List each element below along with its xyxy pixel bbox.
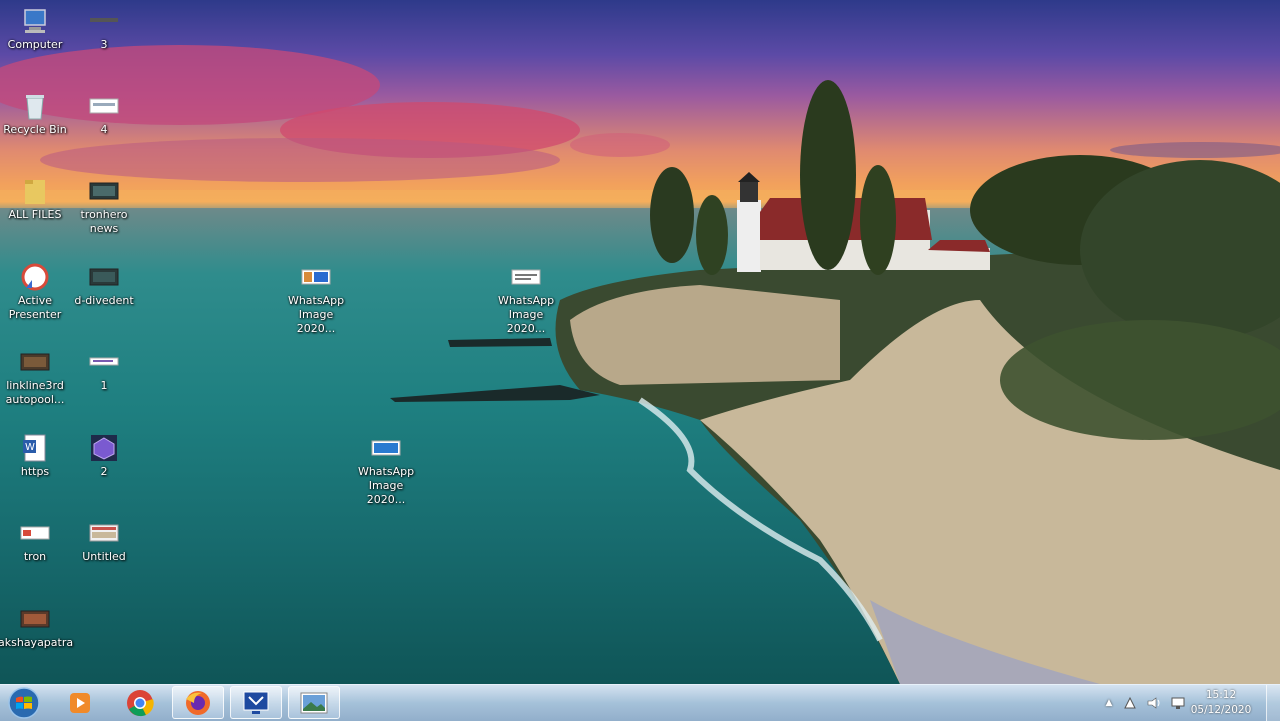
desktop-icon-d-divedent[interactable]: d-divedent — [67, 262, 141, 308]
desktop-icon-akshayapatra[interactable]: akshayapatra — [0, 604, 74, 650]
desktop-wallpaper — [0, 0, 1280, 684]
taskbar-media-player-button[interactable] — [54, 686, 106, 719]
icon-label: WhatsApp Image 2020... — [497, 294, 555, 335]
icon-label: 1 — [100, 379, 108, 392]
desktop-icon-all-files[interactable]: ALL FILES — [0, 176, 72, 222]
system-clock[interactable]: 15:12 05/12/2020 — [1186, 688, 1256, 718]
image-thumbnail-icon — [87, 518, 121, 548]
taskbar-presenter-button[interactable] — [230, 686, 282, 719]
desktop-icon-whatsapp-image-1[interactable]: WhatsApp Image 2020... — [279, 262, 353, 336]
word-document-icon: W — [18, 433, 52, 463]
icon-label: Untitled — [82, 550, 126, 563]
desktop-icon-tronhero-news[interactable]: tronhero news — [67, 176, 141, 236]
folder-icon — [18, 176, 52, 206]
desktop-icon-whatsapp-image-2[interactable]: WhatsApp Image 2020... — [489, 262, 563, 336]
action-center-icon[interactable] — [1118, 696, 1142, 710]
show-hidden-icons-button[interactable]: ▲ — [1100, 698, 1118, 708]
icon-label: Computer — [7, 38, 63, 51]
icon-label: WhatsApp Image 2020... — [357, 465, 415, 506]
icon-label: Recycle Bin — [3, 123, 67, 136]
start-button[interactable] — [6, 686, 42, 720]
taskbar: ▲ 15:12 05/12/2020 — [0, 684, 1280, 721]
desktop-icon-4[interactable]: 4 — [67, 91, 141, 137]
desktop-icon-active-presenter[interactable]: Active Presenter — [0, 262, 72, 322]
desktop-icon-computer[interactable]: Computer — [0, 6, 72, 52]
app-cube-icon — [87, 433, 121, 463]
desktop-icon-2[interactable]: 2 — [67, 433, 141, 479]
desktop-icon-1[interactable]: 1 — [67, 347, 141, 393]
taskbar-chrome-button[interactable] — [114, 686, 166, 719]
desktop-icon-tron[interactable]: tron — [0, 518, 72, 564]
clock-time: 15:12 — [1205, 689, 1237, 701]
image-viewer-icon — [300, 692, 328, 713]
video-thumbnail-icon — [18, 347, 52, 377]
icon-label: 2 — [100, 465, 108, 478]
desktop-icon-https[interactable]: W https — [0, 433, 72, 479]
recycle-bin-icon — [18, 91, 52, 121]
image-thumbnail-icon — [87, 6, 121, 36]
image-thumbnail-icon — [87, 347, 121, 377]
video-thumbnail-icon — [87, 176, 121, 206]
show-desktop-button[interactable] — [1266, 685, 1280, 721]
chrome-icon — [127, 689, 154, 716]
desktop-icon-whatsapp-image-3[interactable]: WhatsApp Image 2020... — [349, 433, 423, 507]
icon-label: akshayapatra — [0, 636, 74, 649]
desktop-icon-3[interactable]: 3 — [67, 6, 141, 52]
active-presenter-icon — [18, 262, 52, 292]
taskbar-image-viewer-button[interactable] — [288, 686, 340, 719]
image-thumbnail-icon — [509, 262, 543, 292]
icon-label: ALL FILES — [8, 208, 62, 221]
image-thumbnail-icon — [87, 91, 121, 121]
media-player-icon — [70, 692, 90, 713]
image-thumbnail-icon — [369, 433, 403, 463]
icon-label: 4 — [100, 123, 108, 136]
icon-label: tronhero news — [80, 208, 128, 235]
svg-text:W: W — [25, 442, 35, 453]
icon-label: 3 — [100, 38, 108, 51]
image-thumbnail-icon — [18, 518, 52, 548]
icon-label: linkline3rd autopool... — [5, 379, 65, 406]
desktop-icon-linkline[interactable]: linkline3rd autopool... — [0, 347, 72, 407]
taskbar-firefox-button[interactable] — [172, 686, 224, 719]
icon-label: WhatsApp Image 2020... — [287, 294, 345, 335]
icon-label: https — [20, 465, 50, 478]
video-thumbnail-icon — [87, 262, 121, 292]
image-thumbnail-icon — [299, 262, 333, 292]
clock-date: 05/12/2020 — [1190, 704, 1252, 716]
icon-label: Active Presenter — [8, 294, 62, 321]
icon-label: tron — [23, 550, 47, 563]
video-thumbnail-icon — [18, 604, 52, 634]
volume-icon[interactable] — [1142, 696, 1166, 710]
windows-logo-icon — [8, 687, 40, 719]
firefox-icon — [186, 690, 210, 715]
desktop-icon-recycle-bin[interactable]: Recycle Bin — [0, 91, 72, 137]
computer-icon — [18, 6, 52, 36]
presenter-icon — [243, 691, 269, 714]
system-tray: ▲ — [1100, 685, 1190, 721]
desktop-icon-untitled[interactable]: Untitled — [67, 518, 141, 564]
icon-label: d-divedent — [74, 294, 134, 307]
